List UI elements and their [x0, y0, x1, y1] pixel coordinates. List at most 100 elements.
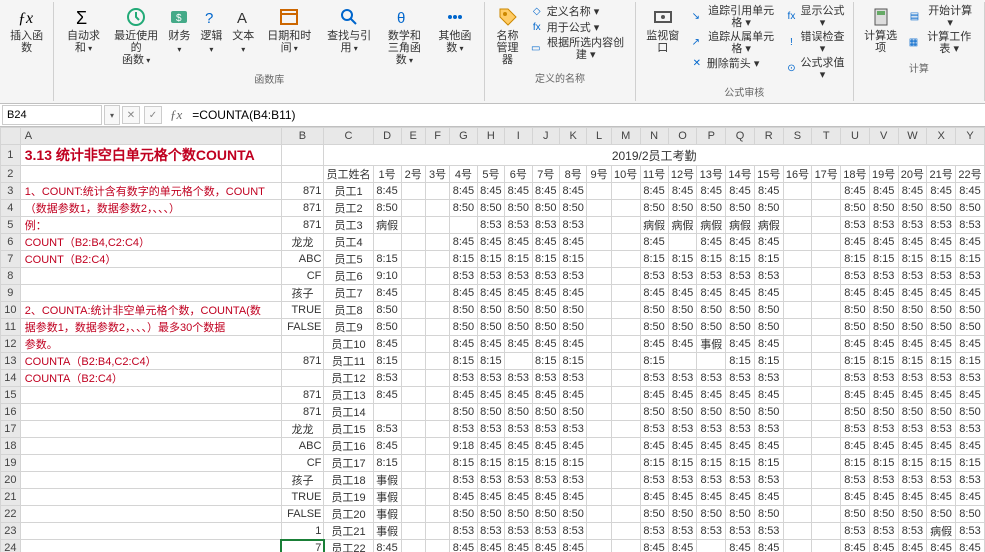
cell[interactable]: 8:45	[668, 489, 697, 506]
cell[interactable]: 8:53	[559, 472, 586, 489]
cell[interactable]: 8:50	[697, 506, 726, 523]
cell[interactable]: 8:50	[668, 200, 697, 217]
row-header-24[interactable]: 24	[1, 540, 21, 552]
cell[interactable]: 8:45	[532, 489, 559, 506]
cell[interactable]: 8:45	[898, 285, 927, 302]
cell[interactable]: 8:45	[640, 183, 668, 200]
cell[interactable]: 8:53	[559, 370, 586, 387]
cell[interactable]: 8:53	[505, 268, 532, 285]
cell[interactable]: 8:53	[927, 268, 956, 285]
cell[interactable]: 8:45	[754, 234, 783, 251]
cell[interactable]: 8:15	[668, 455, 697, 472]
cell-A21[interactable]	[20, 489, 281, 506]
cell[interactable]: 8:50	[450, 404, 477, 421]
cell[interactable]: 员工17	[324, 455, 373, 472]
cell[interactable]: 8:45	[505, 387, 532, 404]
cell[interactable]: 8:45	[697, 285, 726, 302]
cell[interactable]	[611, 234, 640, 251]
cell[interactable]: 17号	[812, 166, 841, 183]
cell[interactable]	[812, 370, 841, 387]
cell[interactable]: 8:53	[754, 268, 783, 285]
cell[interactable]	[611, 285, 640, 302]
cell[interactable]: 8:45	[927, 285, 956, 302]
cell[interactable]: 8:50	[927, 404, 956, 421]
cell[interactable]: 8:53	[697, 421, 726, 438]
cell[interactable]: 8:50	[640, 319, 668, 336]
cell-B16[interactable]: 871	[281, 404, 324, 421]
cell[interactable]: 5号	[477, 166, 504, 183]
cell[interactable]: 8:45	[869, 438, 898, 455]
cell[interactable]: 8:45	[841, 387, 870, 404]
cell[interactable]	[425, 506, 449, 523]
cell[interactable]	[783, 489, 812, 506]
cell[interactable]	[611, 370, 640, 387]
cell[interactable]: 8:53	[373, 370, 401, 387]
cell[interactable]	[812, 268, 841, 285]
cell[interactable]: 16号	[783, 166, 812, 183]
cell[interactable]: 8:45	[668, 285, 697, 302]
cell[interactable]: 8:50	[532, 506, 559, 523]
cell[interactable]: 8:53	[668, 370, 697, 387]
cell[interactable]: 8:53	[505, 217, 532, 234]
cell[interactable]	[401, 302, 425, 319]
row-header-6[interactable]: 6	[1, 234, 21, 251]
cell[interactable]	[425, 200, 449, 217]
cell[interactable]: 8:50	[726, 404, 755, 421]
cell[interactable]: 8:15	[477, 353, 504, 370]
cell[interactable]: 员工12	[324, 370, 373, 387]
cell-A6[interactable]: COUNT（B2:B4,C2:C4）	[20, 234, 281, 251]
cell[interactable]	[611, 404, 640, 421]
cell[interactable]: 8:50	[697, 302, 726, 319]
cell[interactable]: 8:53	[505, 370, 532, 387]
cell[interactable]	[611, 540, 640, 552]
cell[interactable]: 8:53	[841, 370, 870, 387]
cell-A11[interactable]: 据参数1，数据参数2，、、、）最多30个数据	[20, 319, 281, 336]
cell[interactable]	[401, 472, 425, 489]
cell[interactable]	[587, 353, 611, 370]
cell[interactable]: 8:15	[373, 251, 401, 268]
cell[interactable]: 8:50	[450, 319, 477, 336]
cell[interactable]: 8:53	[898, 268, 927, 285]
cell-B23[interactable]: 1	[281, 523, 324, 540]
cell[interactable]: 员工8	[324, 302, 373, 319]
create-from-sel-btn[interactable]: ▭根据所选内容创建 ▾	[526, 36, 631, 62]
cell-A24[interactable]	[20, 540, 281, 552]
cell[interactable]: 8:50	[505, 302, 532, 319]
cell-A14[interactable]: COUNTA（B2:C4）	[20, 370, 281, 387]
cell[interactable]	[697, 540, 726, 552]
cell[interactable]	[783, 472, 812, 489]
col-header-W[interactable]: W	[898, 128, 927, 145]
cell[interactable]: 8:45	[477, 336, 504, 353]
cell[interactable]	[611, 302, 640, 319]
cell[interactable]: 8:50	[532, 404, 559, 421]
cell[interactable]	[812, 387, 841, 404]
cell[interactable]: 8:45	[640, 489, 668, 506]
cell[interactable]: 22号	[956, 166, 985, 183]
cell[interactable]	[587, 404, 611, 421]
row-header-20[interactable]: 20	[1, 472, 21, 489]
cell[interactable]: 8:53	[532, 217, 559, 234]
cell[interactable]: 8:53	[697, 268, 726, 285]
row-header-19[interactable]: 19	[1, 455, 21, 472]
cell[interactable]: 8:50	[726, 506, 755, 523]
cell[interactable]: 8:53	[532, 472, 559, 489]
cell[interactable]	[587, 421, 611, 438]
cell[interactable]	[783, 200, 812, 217]
cell[interactable]: 8:45	[898, 234, 927, 251]
cell[interactable]	[812, 438, 841, 455]
cell-B11[interactable]: FALSE	[281, 319, 324, 336]
cell[interactable]: 8:15	[754, 455, 783, 472]
cell-B18[interactable]: ABC	[281, 438, 324, 455]
cell[interactable]: 事假	[697, 336, 726, 353]
cell[interactable]: 8:45	[869, 336, 898, 353]
cell[interactable]: 8:53	[927, 217, 956, 234]
spreadsheet-grid[interactable]: ABCDEFGHIJKLMNOPQRSTUVWXY13.13 统计非空白单元格个…	[0, 127, 985, 552]
cell[interactable]: 员工7	[324, 285, 373, 302]
cell[interactable]	[425, 217, 449, 234]
row-header-3[interactable]: 3	[1, 183, 21, 200]
cell[interactable]	[587, 438, 611, 455]
cell[interactable]	[425, 251, 449, 268]
cell[interactable]: 8:50	[956, 506, 985, 523]
row-header-22[interactable]: 22	[1, 506, 21, 523]
cell[interactable]	[425, 183, 449, 200]
